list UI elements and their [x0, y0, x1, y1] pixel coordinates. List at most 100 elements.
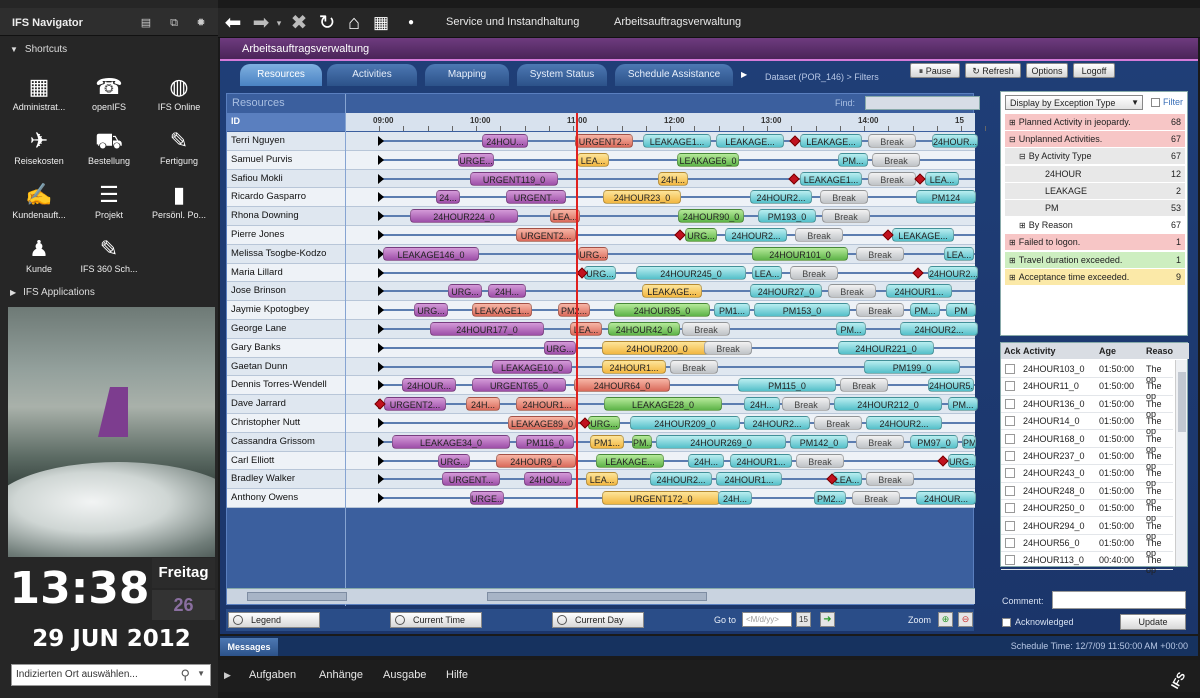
activity-block[interactable]: LEAKAGE10_0 — [492, 359, 572, 374]
activity-block[interactable]: URG... — [948, 453, 976, 468]
shortcut-6[interactable]: ✍ Kundenauft... — [4, 180, 74, 232]
ack-table-row[interactable]: 24HOUR250_0 01:50:00 The op — [1001, 499, 1173, 523]
activity-block[interactable]: URG... — [578, 246, 608, 261]
calendar-picker-icon[interactable]: 15 — [796, 612, 811, 627]
break-block[interactable]: Break — [820, 190, 868, 205]
resource-row[interactable]: Rhona Downing 24HOUR224_0 LEA... 24HOUR90_0… — [227, 207, 975, 226]
resource-name[interactable]: Pierre Jones — [231, 229, 343, 240]
grid-menu-icon[interactable]: ▦ — [370, 12, 392, 34]
options-button[interactable]: Options — [1026, 63, 1068, 78]
timeline-scroll-thumb[interactable] — [487, 592, 707, 601]
ack-checkbox[interactable] — [1005, 433, 1015, 444]
activity-block[interactable]: PM1... — [590, 434, 624, 449]
activity-block[interactable]: 24HOUR1... — [730, 453, 792, 468]
resource-scroll-thumb[interactable] — [247, 592, 347, 601]
activity-block[interactable]: 24H... — [688, 453, 724, 468]
activity-block[interactable]: 24HOUR... — [402, 378, 456, 393]
exception-item[interactable]: ⊞ Acceptance time exceeded. 9 — [1005, 268, 1185, 285]
history-dropdown-icon[interactable]: ▾ — [274, 12, 284, 34]
activity-block[interactable]: PM2... — [814, 491, 846, 506]
expand-triangle-icon[interactable]: ▶ — [224, 670, 231, 681]
resource-name[interactable]: Safiou Mokli — [231, 173, 343, 184]
activity-block[interactable]: 24H... — [488, 284, 526, 299]
tab-mapping[interactable]: Mapping — [425, 64, 509, 86]
activity-block[interactable]: 24HOUR177_0 — [430, 322, 544, 336]
activity-block[interactable]: 24HOUR90_0 — [678, 209, 744, 224]
resource-name[interactable]: Jose Brinson — [231, 285, 343, 296]
zoom-out-icon[interactable]: ⊖ — [958, 612, 973, 627]
messages-tab[interactable]: Messages — [220, 638, 278, 656]
resource-row[interactable]: Melissa Tsogbe-Kodzo LEAKAGE146_0 URG... 24… — [227, 244, 975, 264]
ack-table-row[interactable]: 24HOUR294_0 01:50:00 The op — [1001, 517, 1173, 541]
break-block[interactable]: Break — [840, 378, 888, 393]
shortcut-8[interactable]: ▮ Persönl. Po... — [144, 180, 214, 232]
exception-item[interactable]: ⊞ Failed to logon. 1 — [1005, 234, 1185, 251]
new-window-icon[interactable]: ▤ — [140, 17, 152, 29]
activity-block[interactable]: URG... — [588, 416, 620, 430]
activity-block[interactable]: PM193_0 — [758, 209, 816, 224]
activity-block[interactable]: 24HOUR1... — [602, 359, 666, 374]
shortcut-9[interactable]: ♟ Kunde — [4, 234, 74, 286]
tabs-scroll-right-icon[interactable]: ▶ — [741, 70, 747, 79]
resource-row[interactable]: Pierre Jones URGENT2... URG... 24HOUR2... Br… — [227, 226, 975, 245]
id-column-header[interactable]: ID — [227, 113, 345, 131]
bottom-tab-ausgabe[interactable]: Ausgabe — [383, 669, 426, 681]
break-block[interactable]: Break — [670, 359, 718, 374]
resource-row[interactable]: George Lane 24HOUR177_0 LEA... 24HOUR42_0 Br… — [227, 320, 978, 339]
ack-checkbox[interactable] — [1005, 468, 1015, 479]
activity-block[interactable]: LEA... — [577, 152, 609, 167]
ack-table-row[interactable]: 24HOUR136_0 01:50:00 The op — [1001, 395, 1173, 419]
comment-input[interactable] — [1052, 591, 1186, 609]
activity-block[interactable]: 24H... — [466, 397, 500, 412]
activity-block[interactable]: 24HOUR64_0 — [574, 378, 670, 393]
resource-row[interactable]: Ricardo Gasparro 24... URGENT... 24HOUR23_0… — [227, 188, 976, 208]
activity-block[interactable]: URGENT2... — [575, 134, 633, 148]
vertical-scrollbar[interactable] — [1175, 360, 1187, 566]
jeopardy-diamond-icon[interactable] — [789, 135, 801, 147]
activity-block[interactable]: 24HOUR2... — [928, 265, 978, 280]
activity-col-header[interactable]: Activity — [1023, 346, 1056, 356]
shortcut-2[interactable]: ◍ IFS Online — [144, 72, 214, 124]
activity-block[interactable]: PM199_0 — [864, 359, 960, 374]
activity-block[interactable]: LEAKAGE... — [596, 453, 664, 468]
activity-block[interactable]: PM... — [632, 434, 652, 449]
reason-col-header[interactable]: Reaso — [1146, 346, 1173, 356]
activity-block[interactable]: 24... — [436, 190, 460, 205]
ack-checkbox[interactable] — [1005, 381, 1015, 392]
shortcuts-header[interactable]: ▼ Shortcuts — [0, 40, 218, 60]
activity-block[interactable]: LEA... — [944, 246, 974, 261]
activity-block[interactable]: 24HOUR23_0 — [603, 190, 681, 205]
activity-block[interactable]: PM... — [838, 152, 868, 167]
exception-item[interactable]: ⊟ Unplanned Activities. 67 — [1005, 131, 1185, 148]
activity-block[interactable]: LEAKAGE... — [800, 134, 862, 148]
exception-item[interactable]: 24HOUR 12 — [1005, 165, 1185, 182]
activity-block[interactable]: 24HOUR... — [932, 134, 978, 148]
break-block[interactable]: Break — [782, 397, 830, 412]
activity-block[interactable]: PM1... — [714, 303, 750, 318]
breadcrumb-work-orders[interactable]: Arbeitsauftragsverwaltung — [614, 16, 741, 28]
activity-block[interactable]: PM153_0 — [754, 303, 850, 318]
ack-table-row[interactable]: 24HOUR14_0 01:50:00 The op — [1001, 412, 1173, 436]
jeopardy-diamond-icon[interactable] — [674, 229, 686, 241]
activity-block[interactable]: PM97_0 — [910, 434, 958, 449]
activity-block[interactable]: PM... — [948, 397, 978, 412]
bottom-tab-aufgaben[interactable]: Aufgaben — [249, 669, 296, 681]
activity-block[interactable]: PM142_0 — [790, 434, 848, 449]
activity-block[interactable]: PM115_0 — [738, 378, 836, 393]
activity-block[interactable]: 24HOUR2... — [744, 416, 810, 430]
go-arrow-icon[interactable]: ➜ — [820, 612, 835, 627]
activity-block[interactable]: LEAKAGE146_0 — [383, 246, 479, 261]
tab-resources[interactable]: Resources — [240, 64, 322, 86]
copy-icon[interactable]: ⧉ — [168, 17, 180, 29]
find-input[interactable] — [865, 96, 980, 110]
activity-block[interactable]: PM116_0 — [516, 434, 574, 449]
activity-block[interactable]: 24HOUR1... — [716, 472, 782, 487]
home-icon[interactable]: ⌂ — [342, 12, 366, 34]
activity-block[interactable]: LEAKAGE... — [892, 228, 954, 242]
current-time-button[interactable]: Current Time — [390, 612, 482, 628]
bottom-tab-anhaenge[interactable]: Anhänge — [319, 669, 363, 681]
activity-block[interactable]: LEA... — [586, 472, 618, 487]
tab-activities[interactable]: Activities — [327, 64, 417, 86]
tab-system-status[interactable]: System Status — [517, 64, 607, 86]
update-button[interactable]: Update — [1120, 614, 1186, 630]
